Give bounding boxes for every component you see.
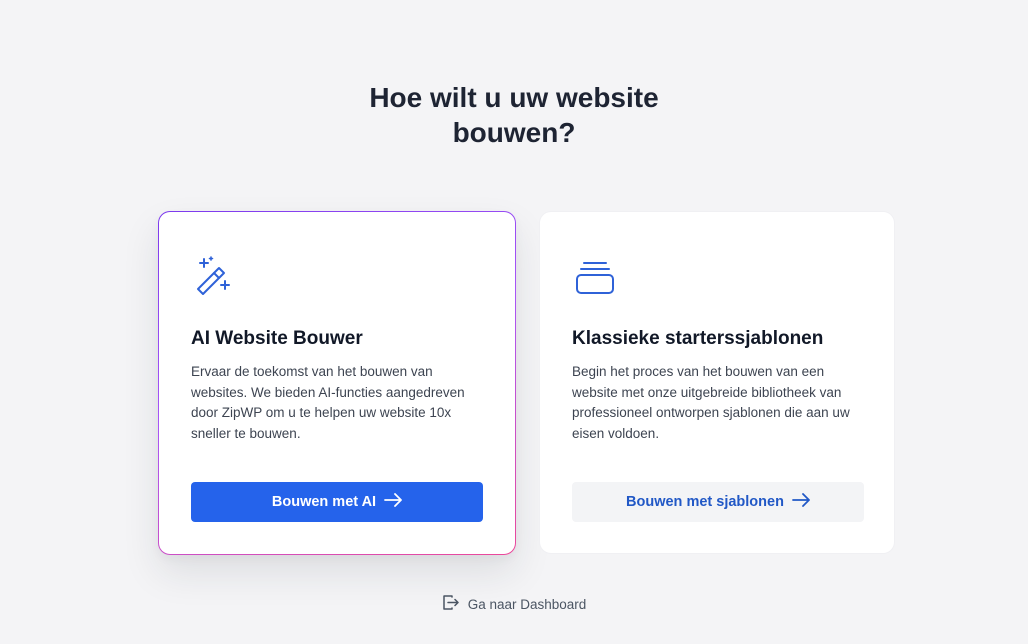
magic-wand-icon <box>191 254 237 300</box>
page-title: Hoe wilt u uw website bouwen? <box>0 80 1028 150</box>
page-title-line-1: Hoe wilt u uw website <box>369 82 659 113</box>
ai-website-builder-card[interactable]: AI Website Bouwer Ervaar de toekomst van… <box>158 211 516 555</box>
template-stack-icon <box>572 256 618 302</box>
page-title-line-2: bouwen? <box>452 117 576 148</box>
page: Hoe wilt u uw website bouwen? AI Website… <box>0 0 1028 644</box>
arrow-right-icon <box>384 493 402 511</box>
button-label: Bouwen met sjablonen <box>626 494 784 510</box>
exit-icon <box>442 594 459 614</box>
go-to-dashboard-link[interactable]: Ga naar Dashboard <box>0 594 1028 614</box>
arrow-right-icon <box>792 493 810 511</box>
button-label: Bouwen met AI <box>271 494 377 510</box>
classic-starter-templates-card[interactable]: Klassieke starterssjablonen Begin het pr… <box>539 211 895 554</box>
dashboard-link-label: Ga naar Dashboard <box>467 596 587 612</box>
card-title: Klassieke starterssjablonen <box>572 328 824 349</box>
card-title: AI Website Bouwer <box>191 328 363 349</box>
card-description: Ervaar de toekomst van het bouwen van we… <box>191 364 465 441</box>
build-with-ai-button[interactable]: Bouwen met AI <box>191 482 483 522</box>
build-with-templates-button[interactable]: Bouwen met sjablonen <box>572 482 864 522</box>
card-description: Begin het proces van het bouwen van een … <box>572 364 850 441</box>
